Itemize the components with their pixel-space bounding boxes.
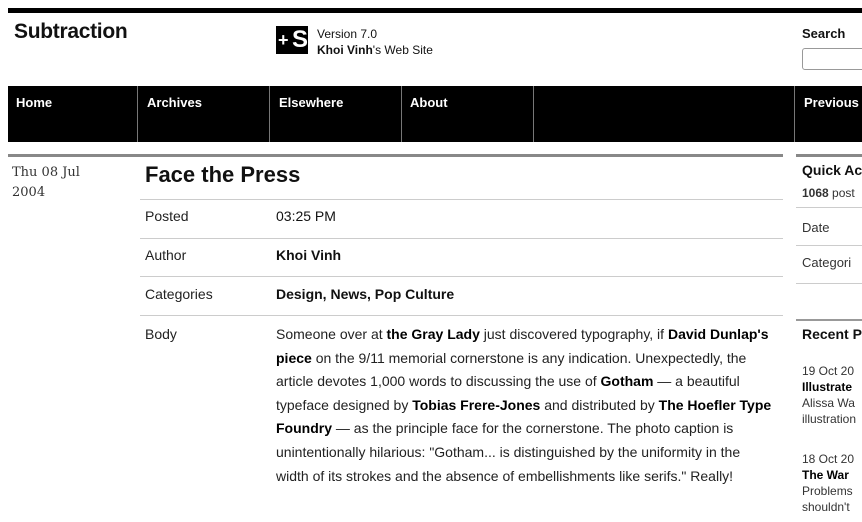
- search-label: Search: [802, 26, 846, 41]
- post-date: Thu 08 Jul 2004: [12, 163, 80, 203]
- recent-post-date: 19 Oct 20: [802, 364, 855, 378]
- search-input[interactable]: [802, 48, 862, 70]
- sidebar-top-rule: [796, 154, 862, 157]
- nav-about[interactable]: About: [402, 86, 531, 142]
- sidebar-section-rule: [796, 319, 862, 321]
- row-divider: [140, 315, 783, 316]
- nav-divider: [269, 86, 270, 142]
- recent-post-item[interactable]: 19 Oct 20 Illustrate Alissa Wa illustrat…: [802, 363, 856, 427]
- sidebar-divider: [796, 245, 862, 246]
- posted-label: Posted: [145, 208, 189, 224]
- nav-divider: [137, 86, 138, 142]
- posted-time: 03:25 PM: [276, 208, 336, 224]
- post-date-year: 2004: [12, 185, 46, 200]
- top-rule: [8, 8, 862, 13]
- body-link[interactable]: David Dunlap's piece: [276, 326, 769, 366]
- nav-elsewhere[interactable]: Elsewhere: [271, 86, 400, 142]
- recent-post-excerpt: illustration: [802, 412, 857, 426]
- sidebar-date-link[interactable]: Date: [802, 220, 829, 235]
- nav-previous[interactable]: Previous: [796, 86, 862, 142]
- recent-post-excerpt: Problems: [802, 484, 853, 498]
- sidebar-categories-link[interactable]: Categori: [802, 255, 851, 270]
- site-owner: Khoi Vinh's Web Site: [317, 42, 433, 58]
- version-info: Version 7.0 Khoi Vinh's Web Site: [317, 26, 433, 58]
- quick-access-title: Quick Ac: [802, 162, 862, 178]
- content-top-rule: [8, 154, 783, 157]
- site-title[interactable]: Subtraction: [14, 20, 128, 44]
- body-link[interactable]: the Gray Lady: [387, 326, 480, 342]
- author-link[interactable]: Khoi Vinh: [276, 247, 341, 263]
- main-nav: Home Archives Elsewhere About Previous: [8, 86, 862, 142]
- post-count-number: 1068: [802, 186, 829, 200]
- categories-label: Categories: [145, 286, 213, 302]
- recent-post-excerpt: shouldn't: [802, 500, 850, 514]
- row-divider: [140, 276, 783, 277]
- post-body: Someone over at the Gray Lady just disco…: [276, 326, 772, 484]
- nav-archives[interactable]: Archives: [139, 86, 268, 142]
- owner-name[interactable]: Khoi Vinh: [317, 43, 373, 57]
- post-count-suffix: post: [828, 186, 855, 200]
- sidebar-divider: [796, 283, 862, 284]
- recent-post-item[interactable]: 18 Oct 20 The War Problems shouldn't: [802, 451, 854, 515]
- recent-post-title[interactable]: The War: [802, 468, 849, 482]
- post-count: 1068 post: [802, 186, 855, 200]
- author-label: Author: [145, 247, 187, 263]
- recent-posts-title: Recent P: [802, 326, 862, 342]
- row-divider: [140, 199, 783, 200]
- post-title[interactable]: Face the Press: [145, 162, 300, 188]
- recent-post-title[interactable]: Illustrate: [802, 380, 852, 394]
- recent-post-excerpt: Alissa Wa: [802, 396, 855, 410]
- body-label: Body: [145, 326, 177, 342]
- nav-divider: [794, 86, 795, 142]
- subtraction-logo-icon[interactable]: + S: [276, 26, 308, 54]
- version-label: Version 7.0: [317, 27, 378, 41]
- body-link[interactable]: Gotham: [601, 373, 654, 389]
- row-divider: [140, 238, 783, 239]
- recent-post-date: 18 Oct 20: [802, 452, 855, 466]
- post-date-day: Thu 08 Jul: [12, 165, 80, 180]
- body-link[interactable]: Tobias Frere-Jones: [412, 397, 540, 413]
- categories-links[interactable]: Design, News, Pop Culture: [276, 286, 454, 302]
- owner-suffix: 's Web Site: [372, 43, 433, 57]
- nav-divider: [533, 86, 534, 142]
- nav-home[interactable]: Home: [8, 86, 137, 142]
- sidebar-divider: [796, 207, 862, 208]
